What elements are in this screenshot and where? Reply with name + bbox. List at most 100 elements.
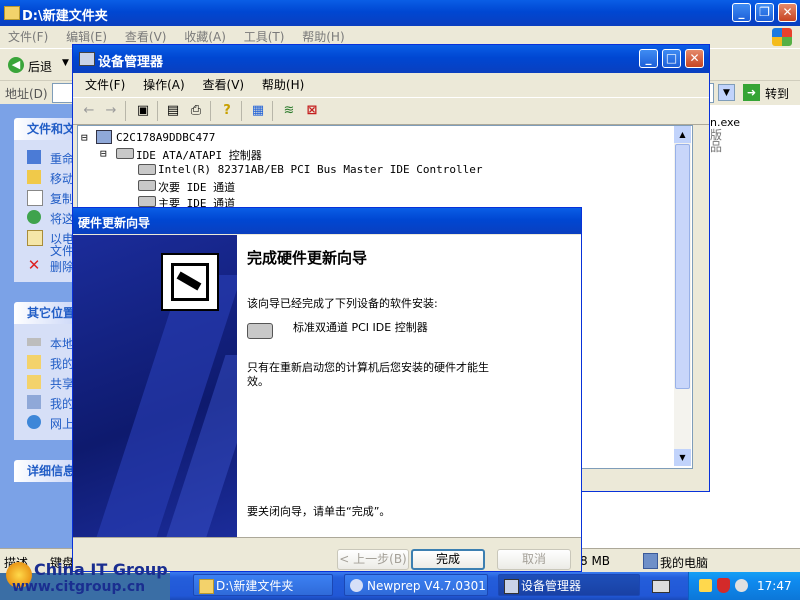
wizard-note-line1: 只有在重新启动您的计算机后您安装的硬件才能生: [247, 361, 489, 374]
address-dropdown-button[interactable]: ▼: [718, 84, 735, 101]
tree-secondary-channel[interactable]: 次要 IDE 通道: [158, 179, 235, 195]
go-arrow-icon[interactable]: ➜: [743, 84, 760, 101]
network-tray-icon[interactable]: [699, 579, 712, 592]
devmgr-close-button[interactable]: ✕: [685, 49, 704, 68]
devmgr-menu-file[interactable]: 文件(F): [85, 74, 125, 96]
help-icon[interactable]: ?: [217, 101, 237, 121]
toolbar-separator: [157, 101, 158, 121]
place-shared[interactable]: 共享: [27, 375, 74, 392]
device-manager-icon: [504, 579, 519, 594]
wizard-content: 完成硬件更新向导 该向导已经完成了下列设备的软件安装: 标准双通道 PCI ID…: [237, 235, 581, 537]
wizard-button-divider: [73, 537, 581, 538]
system-tray: 17:47: [688, 572, 800, 600]
task-copy[interactable]: 复制: [27, 190, 74, 207]
menu-file[interactable]: 文件(F): [8, 26, 48, 48]
place-my-computer[interactable]: 我的: [27, 395, 74, 412]
back-arrow-icon[interactable]: ←: [79, 101, 99, 121]
properties-icon[interactable]: ▤: [163, 101, 183, 121]
devmgr-title: 设备管理器: [98, 55, 164, 70]
watermark-line1: China IT Group: [34, 560, 168, 579]
rename-icon: [27, 150, 41, 164]
place-network[interactable]: 网上: [27, 415, 74, 432]
wizard-note-line2: 效。: [247, 375, 269, 388]
security-shield-icon[interactable]: [717, 578, 730, 593]
copy-icon: [27, 190, 43, 206]
folder-icon: [4, 6, 20, 20]
network-icon: [27, 415, 41, 429]
wizard-titlebar[interactable]: 硬件更新向导: [73, 208, 581, 234]
ide-channel-icon: [138, 196, 156, 207]
keyboard-icon[interactable]: [652, 580, 670, 593]
explorer-titlebar[interactable]: D:\新建文件夹 _ ❐ ✕: [0, 0, 800, 26]
minimize-button[interactable]: _: [732, 3, 751, 22]
task-email-line2[interactable]: 文件: [50, 242, 74, 259]
go-button-label[interactable]: 转到: [765, 85, 789, 102]
computer-icon: [643, 553, 658, 569]
ide-controller-icon: [116, 148, 134, 159]
scroll-thumb[interactable]: [675, 144, 690, 389]
task-move[interactable]: 移动: [27, 170, 74, 187]
globe-icon: [27, 210, 41, 224]
task-delete[interactable]: ✕ 删除: [28, 258, 74, 275]
devmgr-menu-action[interactable]: 操作(A): [143, 74, 185, 96]
devmgr-maximize-button[interactable]: □: [662, 49, 681, 68]
tree-computer-node[interactable]: C2C178A9DDBC477: [116, 131, 215, 144]
devmgr-menu-view[interactable]: 查看(V): [203, 74, 245, 96]
clock[interactable]: 17:47: [757, 579, 792, 593]
wizard-side-banner: [73, 235, 237, 537]
computer-icon: [96, 130, 112, 144]
email-icon: [27, 230, 43, 246]
close-button[interactable]: ✕: [778, 3, 797, 22]
taskbar-item-newprep[interactable]: Newprep V4.7.0301: [344, 574, 488, 596]
wizard-back-button[interactable]: < 上一步(B): [337, 549, 409, 570]
tree-ide-category[interactable]: IDE ATA/ATAPI 控制器: [136, 147, 262, 163]
file-desc-fragment: 品: [710, 140, 723, 154]
taskbar-item-explorer[interactable]: D:\新建文件夹: [193, 574, 333, 596]
wizard-cancel-button[interactable]: 取消: [497, 549, 571, 570]
update-driver-icon[interactable]: ≋: [279, 101, 299, 121]
maximize-button[interactable]: ❐: [755, 3, 774, 22]
scroll-down-icon[interactable]: ▼: [674, 449, 691, 466]
devmgr-toolbar: ← → ▣ ▤ ⎙ ? ▦ ≋ ⊠: [73, 97, 709, 125]
computer-icon: [27, 395, 41, 409]
volume-icon[interactable]: [735, 579, 748, 592]
scroll-up-icon[interactable]: ▲: [674, 126, 691, 143]
documents-folder-icon: [27, 355, 41, 369]
newprep-app-icon: [350, 579, 363, 592]
drive-icon: [27, 338, 41, 346]
device-tree-scrollbar[interactable]: ▲ ▼: [674, 126, 691, 466]
wizard-intro: 该向导已经完成了下列设备的软件安装:: [247, 297, 438, 310]
hardware-box-icon: [161, 253, 219, 311]
windows-logo-icon: [772, 28, 792, 46]
explorer-title: D:\新建文件夹: [22, 9, 108, 24]
devmgr-menu-help[interactable]: 帮助(H): [262, 74, 304, 96]
show-hide-tree-icon[interactable]: ▣: [133, 101, 153, 121]
task-rename[interactable]: 重命: [27, 150, 74, 167]
hardware-wizard-dialog: 硬件更新向导 完成硬件更新向导 该向导已经完成了下列设备的软件安装: 标准双通道…: [72, 207, 582, 572]
place-my-documents[interactable]: 我的: [27, 355, 74, 372]
tree-intel-controller[interactable]: Intel(R) 82371AB/EB PCI Bus Master IDE C…: [158, 163, 483, 176]
tree-expander[interactable]: ⊟: [100, 147, 107, 160]
wizard-device-name: 标准双通道 PCI IDE 控制器: [293, 321, 428, 334]
ide-controller-icon: [138, 164, 156, 175]
print-icon[interactable]: ⎙: [186, 101, 206, 121]
watermark-logo: China IT Group www.citgroup.cn: [4, 558, 174, 598]
tree-expander[interactable]: ⊟: [81, 131, 88, 144]
task-publish[interactable]: 将这: [27, 210, 74, 227]
device-manager-icon: [79, 52, 95, 66]
wizard-finish-button[interactable]: 完成: [411, 549, 485, 570]
scan-hardware-icon[interactable]: ▦: [248, 101, 268, 121]
folder-icon: [199, 579, 214, 594]
wizard-heading: 完成硬件更新向导: [247, 249, 368, 267]
devmgr-minimize-button[interactable]: _: [639, 49, 658, 68]
back-button-label[interactable]: 后退: [28, 58, 52, 75]
back-arrow-icon[interactable]: ◀: [8, 57, 24, 73]
toolbar-separator: [210, 101, 211, 121]
forward-arrow-icon[interactable]: →: [101, 101, 121, 121]
devmgr-titlebar[interactable]: 设备管理器 _ □ ✕: [73, 45, 709, 73]
place-local-disk[interactable]: 本地: [27, 335, 74, 352]
uninstall-device-icon[interactable]: ⊠: [302, 101, 322, 121]
taskbar-item-device-manager[interactable]: 设备管理器: [498, 574, 640, 596]
back-dropdown-icon[interactable]: ▼: [62, 58, 69, 68]
devmgr-menubar: 文件(F) 操作(A) 查看(V) 帮助(H): [73, 74, 709, 96]
